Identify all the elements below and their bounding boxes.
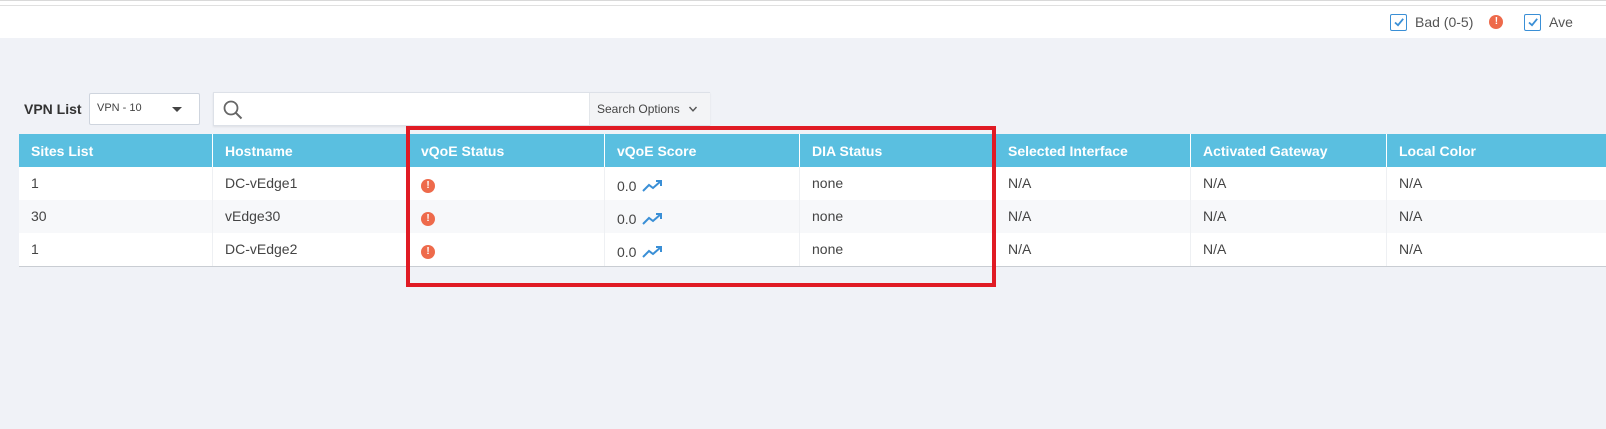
legend-average[interactable]: Ave	[1524, 13, 1573, 31]
interface-cell: N/A	[996, 233, 1191, 266]
dia-status-cell: none	[800, 200, 996, 233]
check-icon	[1527, 18, 1538, 27]
caret-down-icon	[172, 107, 182, 112]
search-input[interactable]	[252, 97, 792, 123]
column-header[interactable]: vQoE Status	[409, 134, 605, 167]
score-value: 0.0	[617, 211, 637, 227]
hostname-cell: vEdge30	[213, 200, 409, 233]
column-header[interactable]: Activated Gateway	[1191, 134, 1387, 167]
score-value: 0.0	[617, 178, 637, 194]
vpn-list-label: VPN List	[24, 101, 82, 117]
divider	[0, 5, 1606, 6]
column-header[interactable]: Local Color	[1387, 134, 1606, 167]
site-cell: 1	[19, 233, 213, 266]
search-icon	[223, 100, 243, 120]
trend-chart-icon[interactable]	[641, 178, 665, 194]
search-bar: Search Options	[213, 92, 792, 126]
alert-icon: !	[421, 245, 435, 259]
column-header[interactable]: vQoE Score	[605, 134, 800, 167]
interface-cell: N/A	[996, 167, 1191, 200]
search-options-label: Search Options	[597, 102, 680, 116]
vqoe-status-cell: !	[409, 233, 605, 266]
bad-checkbox[interactable]	[1390, 13, 1407, 31]
vpn-select-value: VPN - 10	[97, 102, 142, 114]
vqoe-status-cell: !	[409, 167, 605, 200]
alert-icon: !	[421, 212, 435, 226]
chevron-down-icon	[688, 106, 697, 112]
local-color-cell: N/A	[1399, 208, 1423, 224]
divider	[19, 266, 1606, 267]
site-cell: 30	[19, 200, 213, 233]
column-header[interactable]: Selected Interface	[996, 134, 1191, 167]
vqoe-score-cell: 0.0	[605, 200, 800, 233]
alert-icon: !	[421, 179, 435, 193]
top-strip: Bad (0-5) ! Ave	[0, 0, 1606, 38]
score-value: 0.0	[617, 244, 637, 260]
column-header[interactable]: Hostname	[213, 134, 409, 167]
search-options-button[interactable]: Search Options	[589, 93, 710, 125]
dia-status-cell: none	[800, 167, 996, 200]
alert-icon: !	[1489, 15, 1504, 29]
check-icon	[1393, 18, 1404, 27]
gateway-cell: N/A	[1191, 233, 1387, 266]
column-header[interactable]: Sites List	[19, 134, 213, 167]
table-row[interactable]: 1 DC-vEdge1 ! 0.0 none N/A N/A N/A	[19, 167, 1606, 200]
local-color-cell: N/A	[1399, 175, 1423, 191]
legend-label-bad: Bad (0-5)	[1415, 14, 1474, 30]
vqoe-score-cell: 0.0	[605, 167, 800, 200]
vpn-select[interactable]: VPN - 10	[89, 93, 200, 125]
gateway-cell: N/A	[1191, 200, 1387, 233]
interface-cell: N/A	[996, 200, 1191, 233]
dia-status-cell: none	[800, 233, 996, 266]
legend-label-average: Ave	[1549, 14, 1573, 30]
table-row[interactable]: 1 DC-vEdge2 ! 0.0 none N/A N/A N/A	[19, 233, 1606, 266]
table-row[interactable]: 30 vEdge30 ! 0.0 none N/A N/A N/A	[19, 200, 1606, 233]
hostname-cell: DC-vEdge2	[213, 233, 409, 266]
trend-chart-icon[interactable]	[641, 211, 665, 227]
column-header[interactable]: DIA Status	[800, 134, 996, 167]
gateway-cell: N/A	[1191, 167, 1387, 200]
average-checkbox[interactable]	[1524, 13, 1541, 31]
local-color-cell: N/A	[1399, 241, 1423, 257]
site-cell: 1	[19, 167, 213, 200]
trend-chart-icon[interactable]	[641, 244, 665, 260]
hostname-cell: DC-vEdge1	[213, 167, 409, 200]
legend-bad[interactable]: Bad (0-5) !	[1390, 13, 1504, 31]
sites-table: Sites List Hostname vQoE Status vQoE Sco…	[19, 134, 1606, 267]
vqoe-status-cell: !	[409, 200, 605, 233]
vqoe-score-cell: 0.0	[605, 233, 800, 266]
table-header: Sites List Hostname vQoE Status vQoE Sco…	[19, 134, 1606, 167]
